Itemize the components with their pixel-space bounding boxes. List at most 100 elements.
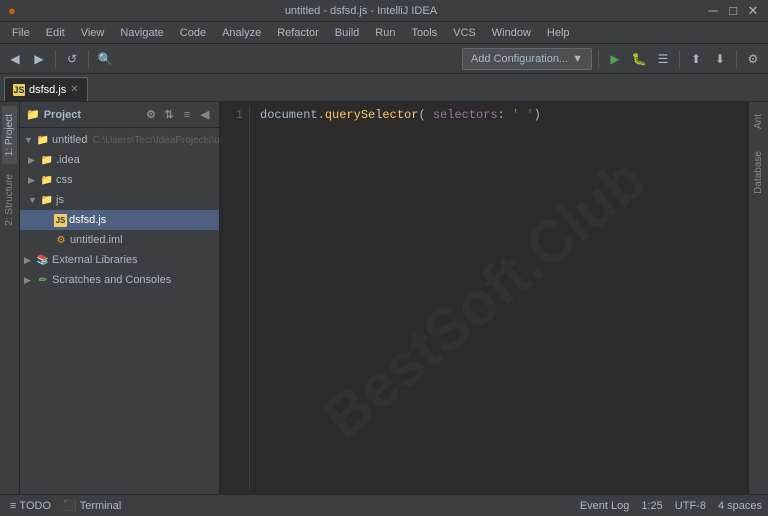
menu-view[interactable]: View [73, 25, 113, 41]
tree-item-css[interactable]: ▶ 📁 css [20, 170, 219, 190]
tree-label-css: css [56, 174, 73, 186]
menu-run[interactable]: Run [367, 25, 403, 41]
code-dot: . [318, 108, 325, 122]
menu-help[interactable]: Help [539, 25, 578, 41]
editor-content[interactable]: BestSoft.Club 1 document.querySelector( … [220, 102, 748, 494]
module-folder-icon: 📁 [36, 133, 50, 147]
menu-edit[interactable]: Edit [38, 25, 73, 41]
tree-item-scratches[interactable]: ▶ ✏ Scratches and Consoles [20, 270, 219, 290]
menu-file[interactable]: File [4, 25, 38, 41]
menu-analyze[interactable]: Analyze [214, 25, 269, 41]
folder-icon-idea: 📁 [40, 153, 54, 167]
sidebar-tab-project[interactable]: 1: Project [2, 106, 17, 164]
hide-panel-icon[interactable]: ◀ [197, 107, 213, 123]
project-folder-icon: 📁 [26, 108, 40, 121]
left-sidebar-tabs: 1: Project 2: Structure [0, 102, 20, 494]
code-line-1: document.querySelector( selectors: ' ') [260, 106, 738, 124]
tree-arrow-extlib: ▶ [24, 255, 34, 266]
status-bar-right: Event Log 1:25 UTF-8 4 spaces [580, 500, 762, 512]
event-log-button[interactable]: Event Log [580, 500, 630, 512]
menu-code[interactable]: Code [172, 25, 214, 41]
code-string-val: ' ' [505, 108, 534, 122]
back-button[interactable]: ◀ [4, 48, 26, 70]
tree-item-external-libs[interactable]: ▶ 📚 External Libraries [20, 250, 219, 270]
folder-icon-js: 📁 [40, 193, 54, 207]
code-editor[interactable]: document.querySelector( selectors: ' ') [250, 106, 748, 490]
forward-button[interactable]: ▶ [28, 48, 50, 70]
toolbar-separator-3 [598, 50, 599, 68]
tree-item-js[interactable]: ▼ 📁 js [20, 190, 219, 210]
code-open-paren: ( [418, 108, 425, 122]
code-colon: : [498, 108, 505, 122]
tree-label-idea: .idea [56, 154, 80, 166]
toolbar-separator-2 [88, 50, 89, 68]
tree-label-dsfsd: dsfsd.js [69, 214, 106, 226]
editor-area: BestSoft.Club 1 document.querySelector( … [220, 102, 748, 494]
menu-vcs[interactable]: VCS [445, 25, 484, 41]
refresh-button[interactable]: ↺ [61, 48, 83, 70]
tab-close-button[interactable]: ✕ [70, 84, 78, 95]
tree-item-dsfsd[interactable]: JS dsfsd.js [20, 210, 219, 230]
encoding[interactable]: UTF-8 [675, 500, 706, 512]
minimize-button[interactable]: ─ [706, 4, 720, 18]
debug-button[interactable]: 🐛 [628, 48, 650, 70]
project-header-icons: ⚙ ⇅ ≡ ◀ [143, 107, 213, 123]
menu-refactor[interactable]: Refactor [269, 25, 327, 41]
tree-item-idea[interactable]: ▶ 📁 .idea [20, 150, 219, 170]
toolbar-separator-4 [679, 50, 680, 68]
sidebar-tab-database[interactable]: Database [751, 143, 766, 202]
code-param-hint: selectors [426, 108, 498, 122]
toolbar-separator-1 [55, 50, 56, 68]
run-configuration-button[interactable]: Add Configuration... ▼ [462, 48, 592, 70]
menu-build[interactable]: Build [327, 25, 367, 41]
project-panel-title: Project [44, 109, 81, 121]
terminal-button[interactable]: ⬛ Terminal [59, 498, 125, 513]
vcs-button[interactable]: ⬆ [685, 48, 707, 70]
main-layout: 1: Project 2: Structure 📁 Project ⚙ ⇅ ≡ … [0, 102, 768, 494]
todo-button[interactable]: ≡ TODO [6, 499, 55, 513]
tree-item-untitled[interactable]: ▼ 📁 untitled C:\Users\Tecr\IdeaProjects\… [20, 130, 219, 150]
menu-bar: File Edit View Navigate Code Analyze Ref… [0, 22, 768, 44]
window-title: untitled - dsfsd.js - IntelliJ IDEA [16, 5, 706, 17]
maximize-button[interactable]: □ [726, 4, 740, 18]
menu-window[interactable]: Window [484, 25, 539, 41]
todo-label: TODO [19, 500, 51, 512]
settings-button[interactable]: ⚙ [742, 48, 764, 70]
code-close-paren: ) [534, 108, 541, 122]
tree-arrow-idea: ▶ [28, 155, 38, 166]
line-numbers: 1 [220, 106, 250, 490]
project-panel-header: 📁 Project ⚙ ⇅ ≡ ◀ [20, 102, 219, 128]
tree-item-untitled-iml[interactable]: ⚙ untitled.iml [20, 230, 219, 250]
sidebar-tab-structure[interactable]: 2: Structure [2, 166, 17, 234]
run-config-label: Add Configuration... [471, 53, 568, 65]
coverage-button[interactable]: ☰ [652, 48, 674, 70]
sidebar-tab-ant[interactable]: Ant [751, 106, 766, 137]
js-file-icon-dsfsd: JS [54, 214, 67, 227]
tab-label: dsfsd.js [29, 84, 66, 96]
indent-settings[interactable]: 4 spaces [718, 500, 762, 512]
tab-bar: JS dsfsd.js ✕ [0, 74, 768, 102]
right-sidebar-tabs: Ant Database [748, 102, 768, 494]
ext-lib-icon: 📚 [36, 253, 50, 267]
search-everywhere-button[interactable]: 🔍 [94, 48, 116, 70]
editor-tab-dsfsd[interactable]: JS dsfsd.js ✕ [4, 77, 88, 101]
update-button[interactable]: ⬇ [709, 48, 731, 70]
line-number-1: 1 [226, 106, 243, 124]
tree-path-untitled: C:\Users\Tecr\IdeaProjects\unt [92, 135, 219, 146]
close-button[interactable]: ✕ [746, 4, 760, 18]
run-config-chevron: ▼ [572, 53, 583, 65]
tree-arrow-js: ▼ [28, 195, 38, 205]
title-left: ● [8, 3, 16, 18]
tree-label-external-libs: External Libraries [52, 254, 138, 266]
sort-icon[interactable]: ⇅ [161, 107, 177, 123]
run-button[interactable]: ▶ [604, 48, 626, 70]
gear-icon[interactable]: ⚙ [143, 107, 159, 123]
options-icon[interactable]: ≡ [179, 107, 195, 123]
app-icon: ● [8, 3, 16, 18]
js-file-icon: JS [13, 84, 25, 96]
menu-navigate[interactable]: Navigate [112, 25, 171, 41]
menu-tools[interactable]: Tools [403, 25, 445, 41]
code-object: document [260, 108, 318, 122]
project-tree: ▼ 📁 untitled C:\Users\Tecr\IdeaProjects\… [20, 128, 219, 494]
title-bar: ● untitled - dsfsd.js - IntelliJ IDEA ─ … [0, 0, 768, 22]
